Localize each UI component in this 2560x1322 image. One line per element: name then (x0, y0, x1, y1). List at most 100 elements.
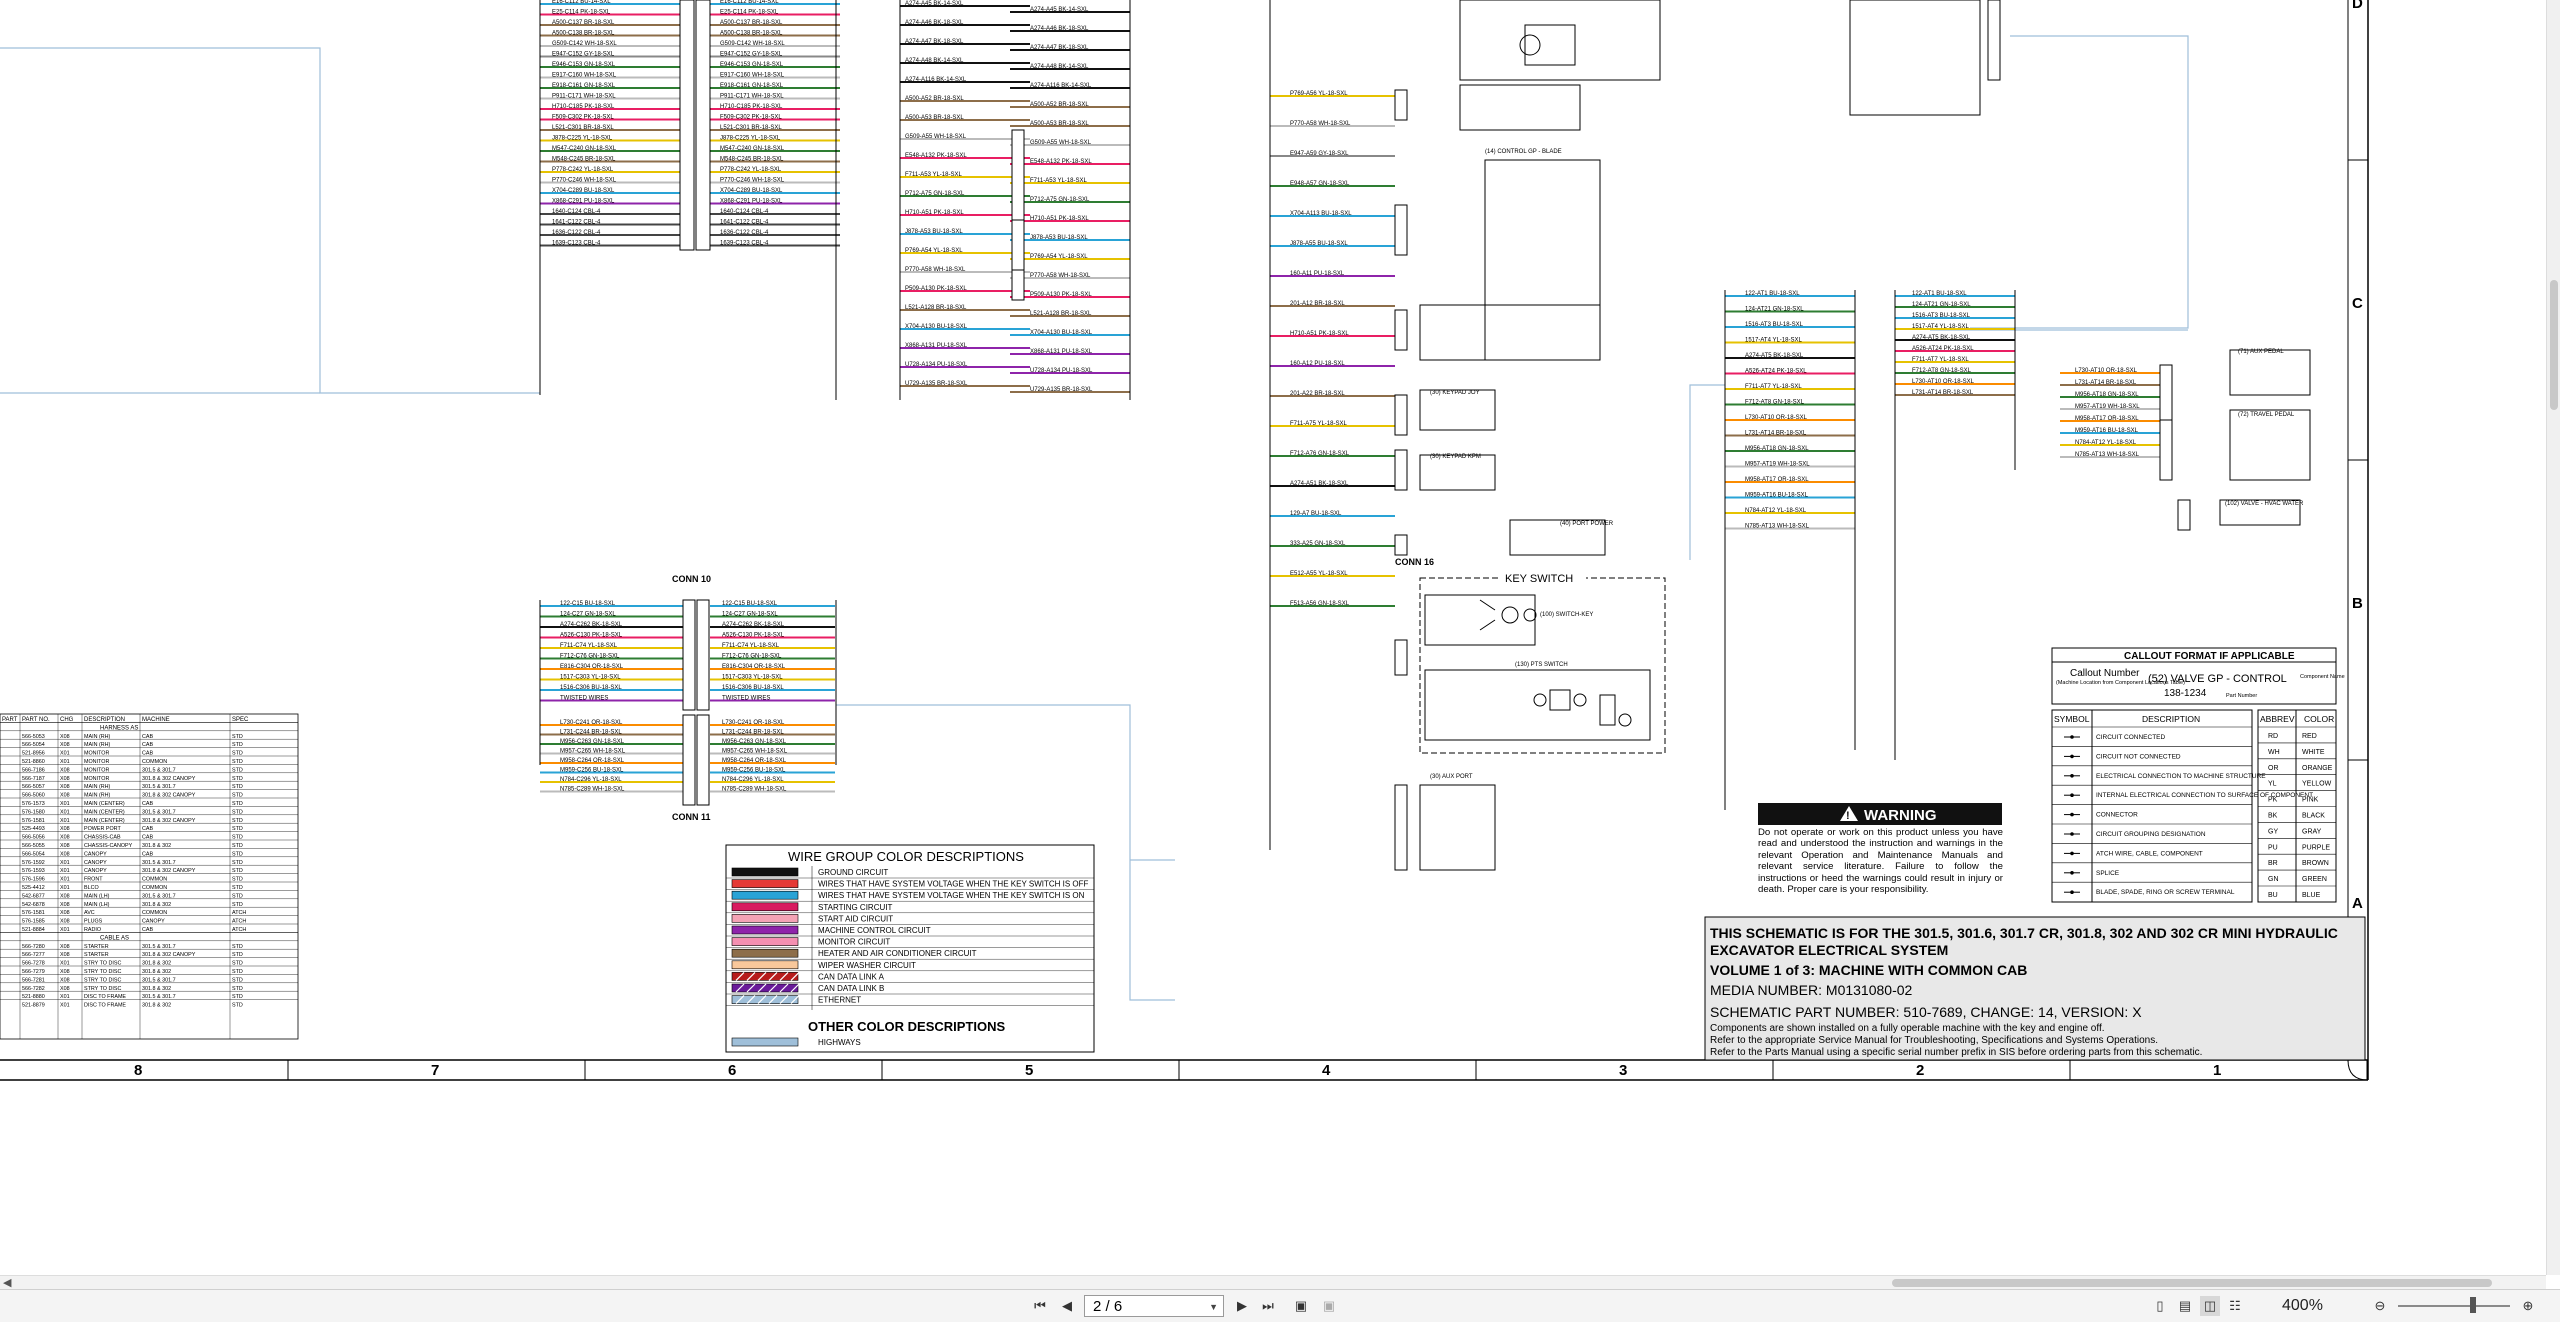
parts-cell: CANOPY (84, 868, 107, 874)
zoom-slider[interactable] (2398, 1305, 2510, 1307)
abbrev-color: BLACK (2302, 813, 2325, 820)
wire-label: E25-C114 PK-18-SXL (720, 10, 779, 16)
wire-label: X704-C289 BU-18-SXL (720, 188, 783, 194)
wire-label: M956-C263 GN-18-SXL (722, 739, 787, 745)
parts-cell: 301.8 & 302 CANOPY (142, 776, 196, 782)
parts-cell: STD (232, 902, 243, 908)
page-number-input[interactable]: 2 / 6 ▼ (1084, 1295, 1224, 1317)
parts-cell: STD (232, 826, 243, 832)
wire-label: A274-C262 BK-18-SXL (722, 622, 785, 628)
abbrev-code: BU (2268, 892, 2278, 899)
parts-cell: STD (232, 994, 243, 1000)
wire-group-label: CAN DATA LINK A (818, 972, 885, 981)
wire-group-label: GROUND CIRCUIT (818, 868, 888, 877)
wire-label: X868-A131 PU-18-SXL (905, 343, 968, 349)
media-number: MEDIA NUMBER: M0131080-02 (1710, 982, 1913, 998)
wire-label: N785-AT13 WH-18-SXL (1745, 524, 1810, 530)
parts-cell: MAIN (RH) (84, 793, 111, 799)
parts-cell: X01 (60, 751, 70, 757)
parts-cell: X08 (60, 742, 70, 748)
svg-text:!: ! (1846, 810, 1850, 822)
abbrev-code: WH (2268, 749, 2280, 756)
symbol-header: DESCRIPTION (2142, 714, 2200, 724)
parts-cell: 301.5 & 301.7 (142, 994, 176, 1000)
abbrev-code: PK (2268, 797, 2278, 804)
parts-cell: STD (232, 734, 243, 740)
wire-group-label: STARTING CIRCUIT (818, 903, 892, 912)
prev-page-icon[interactable]: ◀ (1057, 1296, 1077, 1316)
wire-label: P770-A58 WH-18-SXL (1030, 273, 1091, 279)
wire-label: N785-C289 WH-18-SXL (560, 787, 625, 793)
zoom-in-icon[interactable]: ⊕ (2518, 1296, 2538, 1316)
parts-cell: MONITOR (84, 776, 109, 782)
wire-label: U728-A134 PU-18-SXL (1030, 368, 1093, 374)
zone-label-d: D (2352, 0, 2363, 12)
wire-label: A274-AT5 BK-18-SXL (1912, 335, 1971, 341)
parts-cell: DISC TO FRAME (84, 1003, 126, 1009)
continuous-icon[interactable]: ▤ (2175, 1296, 2195, 1316)
thumbnails-icon[interactable]: ☷ (2225, 1296, 2245, 1316)
wire-label: X704-A130 BU-18-SXL (1030, 330, 1093, 336)
wire-label: X868-A131 PU-18-SXL (1030, 349, 1093, 355)
callout-example-part: 138-1234 (2164, 688, 2207, 699)
parts-cell: 566-5054 (22, 851, 45, 857)
wire-label: 124-C27 GN-18-SXL (722, 612, 778, 618)
wire-label: F711-C74 YL-18-SXL (560, 643, 618, 649)
single-page-icon[interactable]: ▯ (2150, 1296, 2170, 1316)
wire-label: L730-C241 OR-18-SXL (722, 720, 785, 726)
wire-label: M547-C240 GN-18-SXL (552, 146, 617, 152)
wire-label: TWISTED WIRES (560, 696, 608, 702)
other-color-title: OTHER COLOR DESCRIPTIONS (808, 1019, 1006, 1034)
zone-label-3: 3 (1619, 1062, 1627, 1079)
parts-cell: X01 (60, 809, 70, 815)
zoom-out-icon[interactable]: ⊖ (2370, 1296, 2390, 1316)
wire-label: A500-A52 BR-18-SXL (905, 96, 964, 102)
component-label: (30) KEYPAD KPM (1430, 454, 1481, 460)
wire-group-swatch (731, 867, 799, 877)
wire-label: P509-A130 PK-18-SXL (905, 286, 967, 292)
horizontal-scroll-thumb[interactable] (1892, 1279, 2492, 1287)
zoom-slider-knob[interactable] (2470, 1297, 2476, 1313)
horizontal-scrollbar[interactable]: ◀ (0, 1275, 2546, 1290)
scroll-left-icon[interactable]: ◀ (3, 1276, 11, 1290)
wire-label: F712-C76 GN-18-SXL (560, 654, 620, 660)
parts-cell: ATCH (232, 927, 246, 933)
first-page-icon[interactable]: ⏮ (1030, 1296, 1050, 1316)
last-page-icon[interactable]: ⏭ (1258, 1296, 1278, 1316)
zoom-level[interactable]: 400% (2282, 1296, 2323, 1316)
wire-label: E16-C112 BU-14-SXL (720, 0, 779, 5)
wire-label: 201-A12 BR-18-SXL (1290, 301, 1345, 307)
wire-label: P769-A54 YL-18-SXL (1030, 254, 1088, 260)
wire-group-title: WIRE GROUP COLOR DESCRIPTIONS (788, 849, 1024, 864)
fit-width-icon[interactable]: ▣ (1290, 1296, 1312, 1316)
wire-label: P712-A75 GN-18-SXL (1030, 197, 1090, 203)
parts-cell: X08 (60, 977, 70, 983)
wire-label: F513-A56 GN-18-SXL (1290, 601, 1350, 607)
parts-cell: X01 (60, 994, 70, 1000)
parts-cell: STD (232, 759, 243, 765)
next-page-icon[interactable]: ▶ (1232, 1296, 1252, 1316)
abbrev-header: ABBREV (2260, 714, 2295, 724)
wire-label: L521-A128 BR-18-SXL (905, 305, 967, 311)
document-viewport[interactable]: D C B A 8 7 6 5 4 3 2 1 E16-C112 BU-14-SXL E25-C114 … (0, 0, 2560, 1275)
parts-cell: ATCH (232, 919, 246, 925)
wire-group-swatch (731, 890, 799, 900)
wire-group-swatch (731, 960, 799, 970)
wire-label: M956-AT18 GN-18-SXL (1745, 446, 1809, 452)
vertical-scroll-thumb[interactable] (2550, 280, 2558, 410)
parts-cell: 576-1596 (22, 877, 45, 883)
note-3: Refer to the Parts Manual using a specif… (1710, 1047, 2202, 1058)
wire-label: M957-C265 WH-18-SXL (560, 749, 626, 755)
fit-page-icon[interactable]: ▣ (1318, 1296, 1340, 1316)
parts-cell: 566-5057 (22, 784, 45, 790)
wire-label: E548-A132 PK-18-SXL (905, 153, 967, 159)
chevron-down-icon[interactable]: ▼ (1209, 1296, 1218, 1318)
abbrev-color: RED (2302, 733, 2317, 740)
wire-label: M959-AT16 BU-18-SXL (1745, 493, 1809, 499)
component-label: (102) VALVE - HVAC WATER (2225, 501, 2304, 507)
two-page-icon[interactable]: ◫ (2200, 1296, 2220, 1316)
parts-cell: RADIO (84, 927, 101, 933)
wire-label: 122-AT1 BU-18-SXL (1745, 291, 1800, 297)
parts-header-cell: MACHINE (142, 717, 170, 723)
vertical-scrollbar[interactable] (2546, 0, 2560, 1275)
